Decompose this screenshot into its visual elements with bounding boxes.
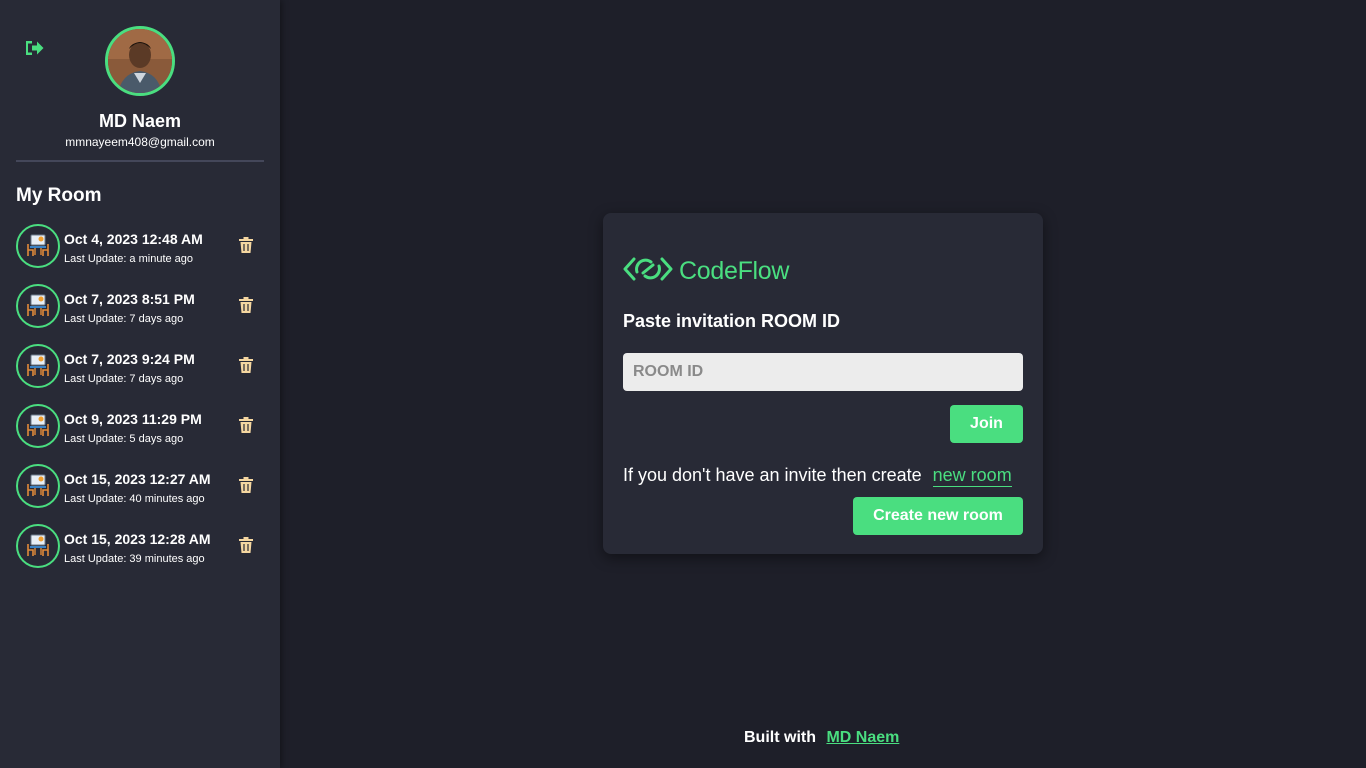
trash-icon[interactable] (238, 416, 254, 434)
room-last-update: Last Update: 5 days ago (64, 433, 184, 445)
room-icon (16, 464, 60, 508)
create-new-room-button[interactable]: Create new room (853, 497, 1023, 535)
room-list-item[interactable]: Oct 15, 2023 12:27 AM Last Update: 40 mi… (16, 464, 264, 524)
logout-icon[interactable] (24, 39, 44, 57)
author-link[interactable]: MD Naem (826, 729, 899, 746)
codeflow-logo-icon (623, 255, 673, 288)
footer-text: Built with (744, 729, 816, 746)
trash-icon[interactable] (238, 476, 254, 494)
room-list: Oct 4, 2023 12:48 AM Last Update: a minu… (16, 224, 264, 584)
user-name: MD Naem (98, 111, 182, 131)
room-icon (16, 284, 60, 328)
trash-icon[interactable] (238, 236, 254, 254)
room-last-update: Last Update: 39 minutes ago (64, 553, 205, 565)
room-title: Oct 15, 2023 12:27 AM (64, 471, 211, 487)
join-room-card: CodeFlow Paste invitation ROOM ID Join I… (603, 213, 1043, 554)
room-icon (16, 404, 60, 448)
footer: Built with MD Naem (744, 729, 899, 747)
join-button[interactable]: Join (950, 405, 1023, 443)
invite-hint: If you don't have an invite then create … (623, 465, 1012, 487)
room-icon (16, 524, 60, 568)
room-title: Oct 9, 2023 11:29 PM (64, 411, 202, 427)
trash-icon[interactable] (238, 296, 254, 314)
brand: CodeFlow (623, 255, 789, 288)
room-list-item[interactable]: Oct 7, 2023 8:51 PM Last Update: 7 days … (16, 284, 264, 344)
room-last-update: Last Update: 7 days ago (64, 373, 184, 385)
trash-icon[interactable] (238, 536, 254, 554)
room-title: Oct 15, 2023 12:28 AM (64, 531, 211, 547)
room-list-item[interactable]: Oct 15, 2023 12:28 AM Last Update: 39 mi… (16, 524, 264, 584)
sidebar: MD Naem mmnayeem408@gmail.com My Room Oc… (0, 0, 280, 768)
trash-icon[interactable] (238, 356, 254, 374)
room-list-item[interactable]: Oct 9, 2023 11:29 PM Last Update: 5 days… (16, 404, 264, 464)
user-email: mmnayeem408@gmail.com (65, 135, 215, 149)
room-list-item[interactable]: Oct 4, 2023 12:48 AM Last Update: a minu… (16, 224, 264, 284)
room-last-update: Last Update: a minute ago (64, 253, 194, 265)
room-last-update: Last Update: 40 minutes ago (64, 493, 205, 505)
invitation-heading: Paste invitation ROOM ID (623, 311, 841, 331)
avatar (105, 26, 175, 96)
brand-name: CodeFlow (679, 257, 790, 285)
room-last-update: Last Update: 7 days ago (64, 313, 184, 325)
new-room-link[interactable]: new room (932, 465, 1012, 487)
sidebar-divider (16, 160, 264, 162)
room-title: Oct 4, 2023 12:48 AM (64, 231, 203, 247)
room-title: Oct 7, 2023 9:24 PM (64, 351, 195, 367)
room-title: Oct 7, 2023 8:51 PM (64, 291, 195, 307)
room-icon (16, 224, 60, 268)
invite-text: If you don't have an invite then create (623, 465, 922, 485)
room-icon (16, 344, 60, 388)
my-room-heading: My Room (16, 185, 102, 206)
room-list-item[interactable]: Oct 7, 2023 9:24 PM Last Update: 7 days … (16, 344, 264, 404)
room-id-input[interactable] (623, 353, 1023, 391)
